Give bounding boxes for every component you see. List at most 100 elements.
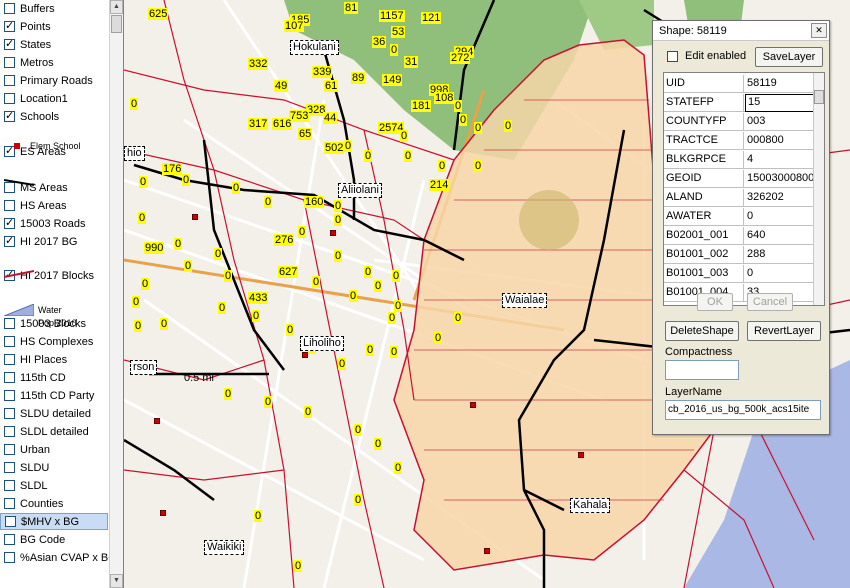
layer-row[interactable]: Buffers [0,0,108,17]
attribute-value[interactable]: 326202 [745,189,814,207]
school-marker-icon[interactable] [160,510,166,516]
attribute-row[interactable]: ALAND 326202 [664,189,814,207]
layer-checkbox[interactable] [4,480,15,491]
layer-checkbox[interactable] [4,552,15,563]
attribute-row[interactable]: GEOID 150030008004 [664,170,814,188]
layer-checkbox[interactable] [4,426,15,437]
scroll-thumb[interactable] [111,15,122,33]
layer-row[interactable]: Schools [0,108,108,125]
layer-row[interactable]: SLDL [0,477,108,494]
layer-name-field[interactable]: cb_2016_us_bg_500k_acs15ite [665,400,821,420]
value-label: 0 [254,510,263,522]
attribute-row[interactable]: B02001_001 640 [664,227,814,245]
school-marker-icon[interactable] [154,418,160,424]
layer-row[interactable]: HS Areas [0,197,108,214]
layer-row[interactable]: Counties [0,495,108,512]
attribute-value[interactable]: 15 [745,94,814,112]
attribute-row[interactable]: BLKGRPCE 4 [664,151,814,169]
attribute-row[interactable]: B01001_003 0 [664,265,814,283]
layer-checkbox[interactable] [4,93,15,104]
revert-layer-button[interactable]: RevertLayer [747,321,821,341]
layer-checkbox[interactable] [4,57,15,68]
layer-row[interactable]: $MHV x BG [0,513,108,530]
attribute-value[interactable]: 003 [745,113,814,131]
school-marker-icon[interactable] [578,452,584,458]
layer-row[interactable]: HI 2017 BG [0,233,108,250]
value-label: 108 [434,92,455,104]
attribute-row[interactable]: STATEFP 15 [664,94,814,112]
layer-row[interactable]: HI Places [0,351,108,368]
layer-checkbox[interactable] [4,216,15,229]
layer-checkbox[interactable] [4,19,15,32]
attribute-value[interactable]: 000800 [745,132,814,150]
layer-checkbox[interactable] [4,444,15,455]
attribute-row[interactable]: TRACTCE 000800 [664,132,814,150]
attribute-key: GEOID [664,170,744,188]
attribute-value[interactable]: 4 [745,151,814,169]
attribute-scrollbar[interactable] [813,73,824,305]
attribute-table[interactable]: UID 58119 STATEFP 15 COUNTYFP 003 TRACTCE 00080… [663,72,825,306]
scroll-up-arrow-icon[interactable]: ▲ [110,0,123,14]
layer-checkbox[interactable] [5,516,16,527]
ok-button[interactable]: OK [697,293,733,311]
layer-row[interactable]: SLDL detailed [0,423,108,440]
layer-checkbox[interactable] [4,234,15,247]
layer-row[interactable]: Primary Roads [0,72,108,89]
layer-row[interactable]: Urban [0,441,108,458]
layer-row[interactable]: SLDU [0,459,108,476]
attribute-value[interactable]: 0 [745,265,814,283]
attribute-value[interactable]: 58119 [745,75,814,93]
edit-enabled-checkbox[interactable] [667,51,678,62]
layer-row[interactable]: Location1 [0,90,108,107]
school-marker-icon[interactable] [192,214,198,220]
layer-checkbox[interactable] [4,75,15,86]
place-label: Liholiho [300,336,344,351]
layer-checkbox[interactable] [4,109,15,122]
attribute-value[interactable]: 640 [745,227,814,245]
attribute-row[interactable]: UID 58119 [664,75,814,93]
layer-panel-scrollbar[interactable]: ▲ ▼ [109,0,123,588]
layer-row[interactable]: Metros [0,54,108,71]
legend-water: Water [4,304,62,316]
school-marker-icon[interactable] [470,402,476,408]
scroll-down-arrow-icon[interactable]: ▼ [110,574,123,588]
school-marker-icon[interactable] [302,352,308,358]
school-marker-icon[interactable] [330,230,336,236]
attribute-value[interactable]: 0 [745,208,814,226]
layer-checkbox[interactable] [4,462,15,473]
close-icon[interactable]: ✕ [811,23,827,38]
layer-label: 115th CD Party [20,389,95,402]
shape-dialog[interactable]: Shape: 58119 ✕ Edit enabled SaveLayer UI… [652,20,830,435]
attribute-row[interactable]: AWATER 0 [664,208,814,226]
layer-checkbox[interactable] [4,534,15,545]
layer-checkbox[interactable] [4,3,15,14]
layer-row[interactable]: HS Complexes [0,333,108,350]
layer-row[interactable]: %Asian CVAP x BG [0,549,117,566]
layer-checkbox[interactable] [4,200,15,211]
layer-row[interactable]: 115th CD [0,369,108,386]
layer-checkbox[interactable] [4,354,15,365]
layer-checkbox[interactable] [4,336,15,347]
compactness-field[interactable] [665,360,739,380]
layer-row[interactable]: 115th CD Party [0,387,108,404]
save-layer-button[interactable]: SaveLayer [755,47,823,67]
layer-checkbox[interactable] [4,408,15,419]
cancel-button[interactable]: Cancel [747,293,793,311]
layer-row[interactable]: 15003 Roads [0,215,108,232]
delete-shape-button[interactable]: DeleteShape [665,321,739,341]
attribute-value[interactable]: 288 [745,246,814,264]
attribute-row[interactable]: B01001_002 288 [664,246,814,264]
layer-checkbox[interactable] [4,37,15,50]
layer-checkbox[interactable] [4,372,15,383]
attribute-value[interactable]: 150030008004 [745,170,814,188]
layer-row[interactable]: States [0,36,108,53]
layer-row[interactable]: SLDU detailed [0,405,108,422]
value-label: 0 [349,290,358,302]
attribute-row[interactable]: COUNTYFP 003 [664,113,814,131]
school-marker-icon[interactable] [484,548,490,554]
layer-checkbox[interactable] [4,390,15,401]
layer-row[interactable]: BG Code [0,531,108,548]
layer-row[interactable]: Points [0,18,108,35]
attribute-scroll-thumb[interactable] [814,90,824,104]
layer-checkbox[interactable] [4,498,15,509]
